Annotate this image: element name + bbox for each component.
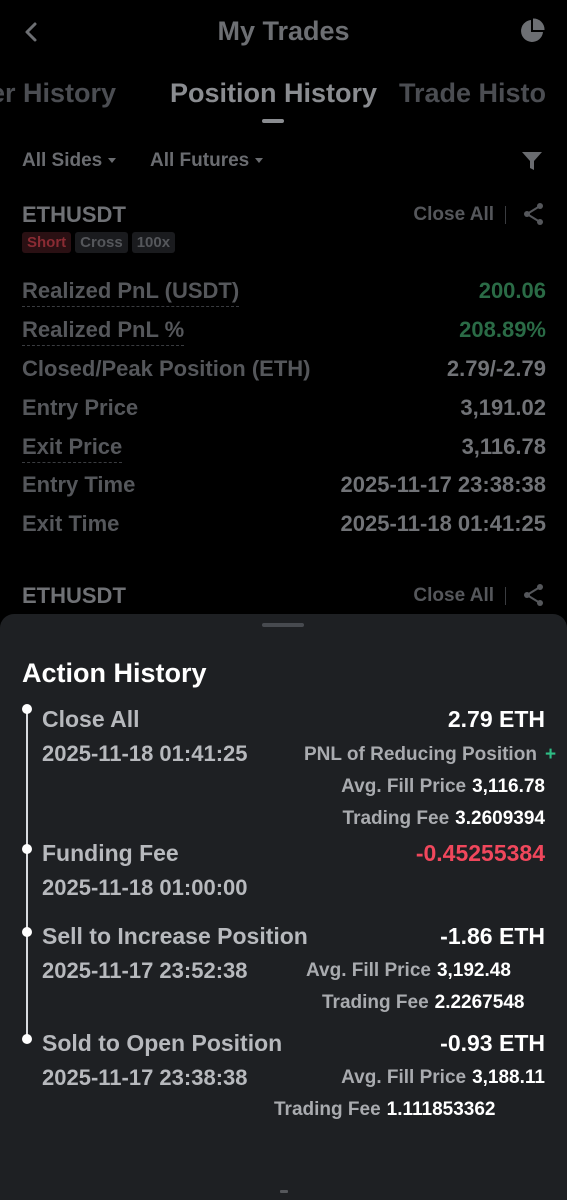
action-entry: Close All 2025-11-18 01:41:25 2.79 ETH P… — [42, 706, 567, 836]
action-time: 2025-11-17 23:52:38 — [42, 958, 248, 983]
detail-label: Trading Fee — [274, 1099, 381, 1120]
detail-label: Avg. Fill Price — [306, 960, 431, 981]
realized-pnl-percent-value: 208.89% — [459, 317, 546, 342]
action-amount: -0.45255384 — [415, 840, 545, 866]
pnl-reducing-detail: PNL of Reducing Position + — [304, 744, 567, 766]
timeline-dot — [22, 1034, 32, 1044]
active-tab-indicator — [262, 119, 284, 123]
caret-down-icon — [255, 158, 264, 164]
position-card: ETHUSDT Close All Short Cross 100x Realize… — [22, 202, 546, 552]
close-all-button[interactable]: Close All — [413, 585, 494, 607]
filter-bar: All Sides All Futures — [0, 140, 567, 184]
detail-label: Avg. Fill Price — [341, 1067, 467, 1088]
realized-pnl-percent-row: Realized PnL % 208.89% — [22, 315, 546, 347]
detail-label: Trading Fee — [342, 808, 450, 829]
position-symbol: ETHUSDT — [22, 583, 126, 608]
action-name: Sold to Open Position — [42, 1030, 283, 1056]
realized-pnl-row: Realized PnL (USDT) 200.06 — [22, 276, 546, 308]
action-entry: Funding Fee 2025-11-18 01:00:00 -0.45255… — [42, 840, 567, 910]
realized-pnl-value: 200.06 — [478, 278, 546, 303]
detail-value: 1.111853362 — [386, 1099, 496, 1120]
margin-mode-tag: Cross — [75, 232, 128, 253]
sheet-title: Action History — [22, 658, 207, 688]
position-symbol: ETHUSDT — [22, 202, 126, 227]
entry-time-label: Entry Time — [22, 472, 136, 497]
funnel-icon[interactable] — [521, 150, 543, 172]
action-history-sheet: Action History Close All 2025-11-18 01:4… — [0, 614, 567, 1200]
close-all-button[interactable]: Close All — [413, 204, 494, 226]
share-icon[interactable] — [522, 583, 546, 607]
closed-peak-position-label: Closed/Peak Position (ETH) — [22, 356, 311, 381]
app-header: My Trades — [0, 0, 567, 62]
detail-value: 3,188.11 — [472, 1067, 545, 1088]
tab-position-history[interactable]: Position History — [170, 78, 377, 109]
divider — [505, 206, 506, 224]
action-entry: Sold to Open Position 2025-11-17 23:38:3… — [42, 1030, 567, 1130]
action-time: 2025-11-18 01:00:00 — [42, 875, 248, 900]
pie-chart-icon[interactable] — [519, 18, 545, 44]
home-indicator — [280, 1190, 288, 1193]
entry-price-value: 3,191.02 — [460, 395, 546, 420]
side-tag: Short — [22, 232, 72, 253]
trading-fee-detail: Trading Fee 2.2267548 — [322, 992, 567, 1014]
action-name: Close All — [42, 706, 140, 732]
closed-peak-position-row: Closed/Peak Position (ETH) 2.79/-2.79 — [22, 354, 546, 386]
entry-time-value: 2025-11-17 23:38:38 — [340, 472, 547, 497]
trading-fee-detail: Trading Fee 3.2609394 — [42, 808, 567, 830]
detail-label: Avg. Fill Price — [341, 776, 467, 797]
action-entry: Sell to Increase Position 2025-11-17 23:… — [42, 923, 567, 1023]
realized-pnl-label[interactable]: Realized PnL (USDT) — [22, 278, 240, 307]
leverage-tag: 100x — [131, 232, 176, 253]
detail-value: 2.2267548 — [434, 992, 525, 1013]
realized-pnl-percent-label[interactable]: Realized PnL % — [22, 317, 185, 346]
futures-filter[interactable]: All Futures — [150, 150, 264, 172]
avg-fill-price-detail: Avg. Fill Price 3,116.78 — [42, 776, 567, 798]
detail-value: + — [544, 744, 557, 765]
exit-time-row: Exit Time 2025-11-18 01:41:25 — [22, 509, 546, 541]
detail-value: 3,192.48 — [436, 960, 511, 981]
position-tags: Short Cross 100x — [22, 232, 179, 253]
timeline-dot — [22, 704, 32, 714]
entry-price-label: Entry Price — [22, 395, 139, 420]
action-amount: -0.93 ETH — [440, 1030, 545, 1056]
detail-value: 3,116.78 — [472, 776, 545, 797]
action-name: Funding Fee — [42, 840, 179, 866]
closed-peak-position-value: 2.79/-2.79 — [446, 356, 546, 381]
exit-price-value: 3,116.78 — [461, 434, 546, 459]
tab-bar: er History Position History Trade Histo — [0, 70, 567, 126]
detail-label: Trading Fee — [322, 992, 429, 1013]
action-time: 2025-11-18 01:41:25 — [42, 741, 248, 766]
share-icon[interactable] — [522, 202, 546, 226]
divider — [505, 587, 506, 605]
exit-price-row: Exit Price 3,116.78 — [22, 432, 546, 464]
caret-down-icon — [108, 158, 117, 164]
exit-time-value: 2025-11-18 01:41:25 — [340, 511, 547, 536]
sides-filter-label: All Sides — [22, 150, 103, 171]
entry-time-row: Entry Time 2025-11-17 23:38:38 — [22, 470, 546, 502]
sides-filter[interactable]: All Sides — [22, 150, 117, 172]
page-title: My Trades — [217, 16, 350, 46]
action-name: Sell to Increase Position — [42, 923, 308, 949]
action-amount: -1.86 ETH — [440, 923, 545, 949]
timeline-line — [26, 708, 28, 1042]
tab-order-history[interactable]: er History — [0, 78, 116, 109]
exit-time-label: Exit Time — [22, 511, 120, 536]
detail-value: 3.2609394 — [455, 808, 545, 829]
timeline-dot — [22, 927, 32, 937]
trading-fee-detail: Trading Fee 1.111853362 — [274, 1099, 567, 1121]
action-amount: 2.79 ETH — [447, 706, 545, 732]
sheet-drag-handle[interactable] — [262, 623, 304, 627]
tab-trade-history[interactable]: Trade Histo — [399, 78, 546, 109]
timeline-dot — [22, 844, 32, 854]
avg-fill-price-detail: Avg. Fill Price 3,188.11 — [42, 1067, 567, 1089]
detail-label: PNL of Reducing Position — [304, 744, 537, 765]
futures-filter-label: All Futures — [150, 150, 250, 171]
exit-price-label[interactable]: Exit Price — [22, 434, 123, 463]
avg-fill-price-detail: Avg. Fill Price 3,192.48 — [306, 960, 567, 982]
position-card: ETHUSDT Close All — [22, 583, 546, 613]
entry-price-row: Entry Price 3,191.02 — [22, 393, 546, 425]
